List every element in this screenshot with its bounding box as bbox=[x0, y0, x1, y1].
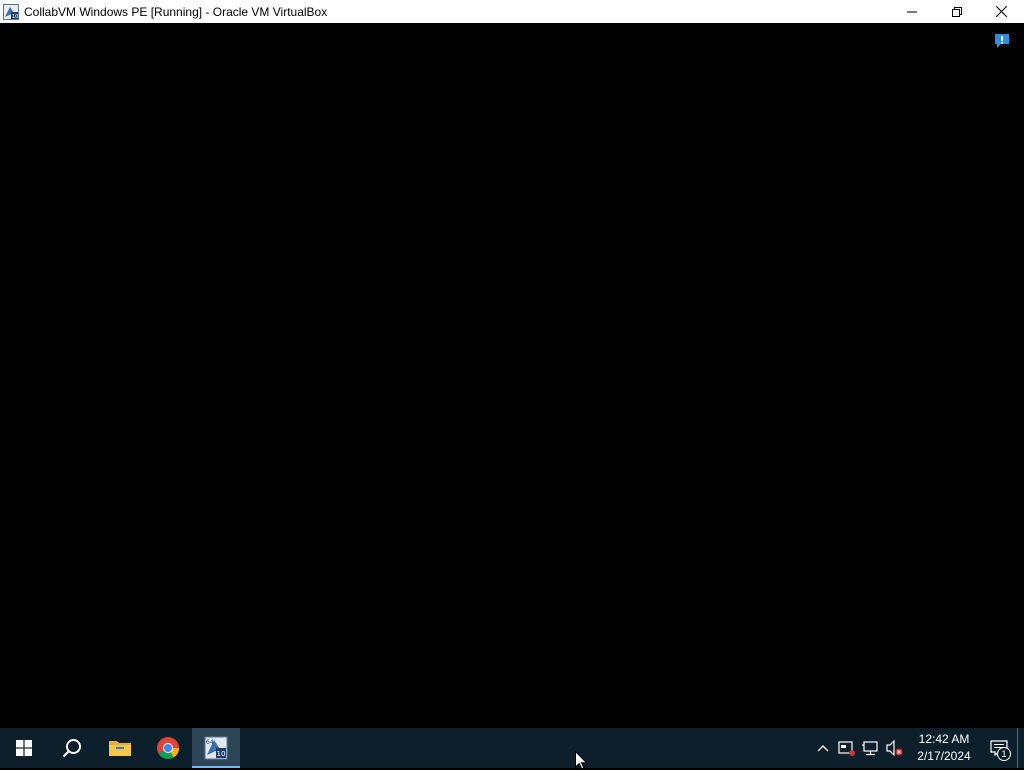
taskbar-clock[interactable]: 12:42 AM 2/17/2024 bbox=[907, 728, 981, 768]
network-icon bbox=[862, 741, 878, 756]
system-tray: 12:42 AM 2/17/2024 1 bbox=[811, 728, 1024, 768]
volume-button[interactable] bbox=[883, 728, 907, 768]
chevron-up-icon bbox=[817, 745, 829, 752]
info-notification-icon[interactable] bbox=[994, 33, 1010, 49]
mouse-cursor-icon bbox=[575, 751, 587, 770]
svg-text:64: 64 bbox=[206, 739, 214, 746]
volume-muted-icon bbox=[886, 740, 903, 756]
close-button[interactable] bbox=[979, 0, 1024, 23]
restore-icon bbox=[951, 6, 962, 17]
windows-logo-icon bbox=[16, 740, 32, 756]
window-title: CollabVM Windows PE [Running] - Oracle V… bbox=[24, 4, 328, 19]
safely-remove-icon bbox=[838, 741, 855, 756]
show-desktop-button[interactable] bbox=[1017, 728, 1024, 768]
folder-icon bbox=[109, 741, 131, 756]
close-icon bbox=[996, 6, 1007, 17]
network-button[interactable] bbox=[859, 728, 883, 768]
taskbar: 10 64 12:42 AM 2/17/2024 1 bbox=[0, 728, 1024, 768]
minimize-icon bbox=[906, 11, 917, 12]
show-hidden-icons-button[interactable] bbox=[811, 728, 835, 768]
virtualbox-icon: 10 bbox=[3, 3, 19, 20]
svg-text:10: 10 bbox=[12, 14, 18, 20]
clock-date: 2/17/2024 bbox=[917, 749, 971, 763]
chrome-button[interactable] bbox=[144, 728, 192, 768]
action-center-button[interactable]: 1 bbox=[981, 728, 1017, 768]
minimize-button[interactable] bbox=[889, 0, 934, 23]
search-icon bbox=[62, 739, 81, 758]
vm-display[interactable] bbox=[0, 23, 1024, 728]
restore-button[interactable] bbox=[934, 0, 979, 23]
start-button[interactable] bbox=[0, 728, 48, 768]
window-controls bbox=[889, 0, 1024, 23]
virtualbox-taskbar-button[interactable]: 10 64 bbox=[192, 728, 240, 768]
window-titlebar[interactable]: 10 CollabVM Windows PE [Running] - Oracl… bbox=[0, 0, 1024, 23]
search-button[interactable] bbox=[48, 728, 96, 768]
chrome-icon bbox=[157, 737, 179, 759]
safely-remove-button[interactable] bbox=[835, 728, 859, 768]
clock-time: 12:42 AM bbox=[918, 732, 970, 746]
file-explorer-button[interactable] bbox=[96, 728, 144, 768]
svg-text:10: 10 bbox=[217, 750, 226, 758]
notification-count-badge: 1 bbox=[997, 747, 1011, 761]
virtualbox-icon: 10 64 bbox=[204, 736, 228, 760]
